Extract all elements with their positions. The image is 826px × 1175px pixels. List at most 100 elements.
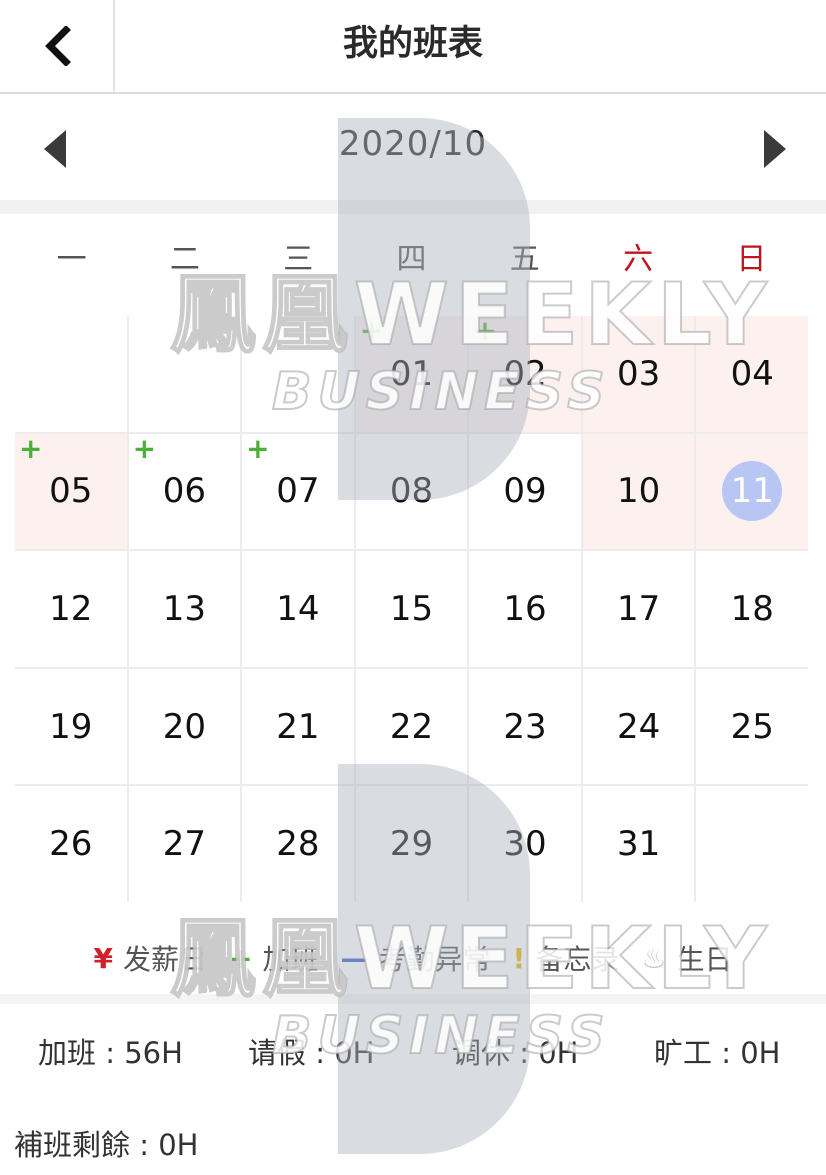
dash-icon: — xyxy=(340,941,369,975)
calendar-day-cell[interactable]: 19 xyxy=(15,668,127,785)
calendar-day-cell[interactable]: +07 xyxy=(242,433,354,550)
calendar-day-cell[interactable]: 31 xyxy=(582,786,695,902)
legend: ¥ 发薪日 + 加班 — 考勤异常 ! 备忘录 ♨ 生日 xyxy=(0,918,826,998)
legend-payday: ¥ 发薪日 xyxy=(94,938,208,978)
day-number: 12 xyxy=(49,588,93,629)
calendar-day-cell[interactable]: 28 xyxy=(242,786,354,902)
day-number: 26 xyxy=(49,824,93,865)
day-number: 04 xyxy=(730,353,774,394)
hours-summary: 加班 : 56H 请假 : 0H 调休 : 0H 旷工 : 0H 補班剩餘 : … xyxy=(0,1004,826,1175)
divider xyxy=(0,994,826,1004)
day-number: 17 xyxy=(617,588,661,629)
legend-label: 加班 xyxy=(262,943,319,976)
calendar-day-cell[interactable]: 04 xyxy=(696,316,808,432)
day-number: 29 xyxy=(389,824,434,865)
current-month-label: 2020/10 xyxy=(338,124,488,164)
weekday-thu: 四 xyxy=(396,242,427,277)
cake-icon: ♨ xyxy=(641,941,667,975)
chevron-left-icon xyxy=(44,26,71,66)
calendar-day-cell[interactable]: 15 xyxy=(355,551,468,667)
day-number: 16 xyxy=(503,588,547,629)
calendar-empty-cell xyxy=(128,316,241,432)
next-month-button[interactable] xyxy=(745,122,805,176)
calendar-empty-cell xyxy=(15,316,127,432)
absent-hours: 旷工 : 0H xyxy=(654,1036,781,1070)
back-button[interactable] xyxy=(0,0,115,92)
day-number: 25 xyxy=(730,706,774,747)
calendar-day-cell[interactable]: 29 xyxy=(355,786,468,902)
day-number: 23 xyxy=(503,706,547,747)
legend-overtime: + 加班 xyxy=(229,938,318,978)
day-number: 03 xyxy=(617,353,661,394)
calendar-day-cell[interactable]: 30 xyxy=(469,786,581,902)
overtime-plus-icon: + xyxy=(19,431,43,465)
overtime-plus-icon: + xyxy=(359,314,384,347)
day-number: 20 xyxy=(162,706,206,747)
legend-label: 考勤异常 xyxy=(378,943,491,976)
day-number: 31 xyxy=(617,824,661,865)
legend-label: 生日 xyxy=(676,943,733,976)
weekday-mon: 一 xyxy=(56,242,87,277)
calendar-day-cell[interactable]: +05 xyxy=(15,431,127,550)
day-number: 28 xyxy=(276,824,320,865)
day-number: 18 xyxy=(730,588,774,629)
calendar-day-cell[interactable]: 09 xyxy=(469,433,581,550)
day-number: 30 xyxy=(503,824,547,865)
day-number: 22 xyxy=(389,706,434,747)
weekday-sat: 六 xyxy=(623,242,654,277)
app-header: 我的班表 xyxy=(0,0,826,94)
month-nav: 2020/10 xyxy=(0,94,826,204)
calendar-day-cell[interactable]: 18 xyxy=(696,551,808,667)
calendar-day-cell[interactable]: 20 xyxy=(128,668,241,785)
calendar-day-cell[interactable]: 22 xyxy=(355,668,468,785)
page-title: 我的班表 xyxy=(342,24,483,64)
calendar-day-cell[interactable]: 25 xyxy=(696,668,808,785)
day-number: 14 xyxy=(276,588,320,629)
legend-birthday: ♨ 生日 xyxy=(641,938,732,978)
calendar-day-cell[interactable]: 11 xyxy=(696,433,808,550)
calendar-day-cell[interactable]: +06 xyxy=(128,433,241,550)
calendar-day-cell[interactable]: 03 xyxy=(582,316,695,432)
day-number: 13 xyxy=(162,588,206,629)
legend-label: 发薪日 xyxy=(123,943,208,976)
calendar-day-cell[interactable]: 17 xyxy=(582,551,695,667)
calendar-empty-cell xyxy=(242,316,354,432)
day-number: 27 xyxy=(162,824,206,865)
divider xyxy=(0,200,826,214)
calendar-day-cell[interactable]: 24 xyxy=(582,668,695,785)
calendar-day-cell[interactable]: 13 xyxy=(128,551,241,667)
day-number: 08 xyxy=(389,471,434,512)
calendar-day-cell[interactable]: 16 xyxy=(469,551,581,667)
day-number: 11 xyxy=(730,471,774,512)
prev-month-button[interactable] xyxy=(25,122,85,176)
calendar-day-cell[interactable]: +02 xyxy=(469,316,581,432)
calendar: +01 +02 03 04 +05 +06 +07 08 09 10 11 12 13 14 15 16 17 1… xyxy=(15,316,808,902)
legend-attendance: — 考勤异常 xyxy=(341,938,491,978)
day-number: 09 xyxy=(503,471,547,512)
makeup-remaining-hours: 補班剩餘 : 0H xyxy=(14,1128,199,1162)
calendar-day-cell[interactable]: 14 xyxy=(242,551,354,667)
day-number: 06 xyxy=(162,471,206,512)
plus-icon: + xyxy=(229,941,253,975)
calendar-day-cell[interactable]: 21 xyxy=(242,668,354,785)
day-number: 05 xyxy=(49,471,93,512)
calendar-day-cell[interactable]: 12 xyxy=(15,551,127,667)
day-number: 10 xyxy=(617,471,661,512)
calendar-day-cell[interactable]: 08 xyxy=(355,433,468,550)
calendar-day-cell[interactable]: 10 xyxy=(582,433,695,550)
calendar-empty-cell xyxy=(696,786,808,902)
day-number: 02 xyxy=(503,353,547,394)
calendar-day-cell[interactable]: +01 xyxy=(355,314,468,432)
calendar-day-cell[interactable]: 27 xyxy=(128,786,241,902)
calendar-day-cell[interactable]: 23 xyxy=(469,668,581,785)
day-number: 19 xyxy=(49,706,93,747)
triangle-left-icon xyxy=(44,130,66,168)
calendar-grid: +01 +02 03 04 +05 +06 +07 08 09 10 11 12 13 14 15 16 17 1… xyxy=(15,316,808,902)
overtime-hours: 加班 : 56H xyxy=(38,1036,183,1070)
day-number: 07 xyxy=(276,471,320,512)
overtime-plus-icon: + xyxy=(473,314,497,347)
leave-hours: 请假 : 0H xyxy=(248,1036,375,1070)
calendar-day-cell[interactable]: 26 xyxy=(15,786,127,902)
weekday-sun: 日 xyxy=(736,242,767,277)
day-number: 01 xyxy=(389,353,434,394)
